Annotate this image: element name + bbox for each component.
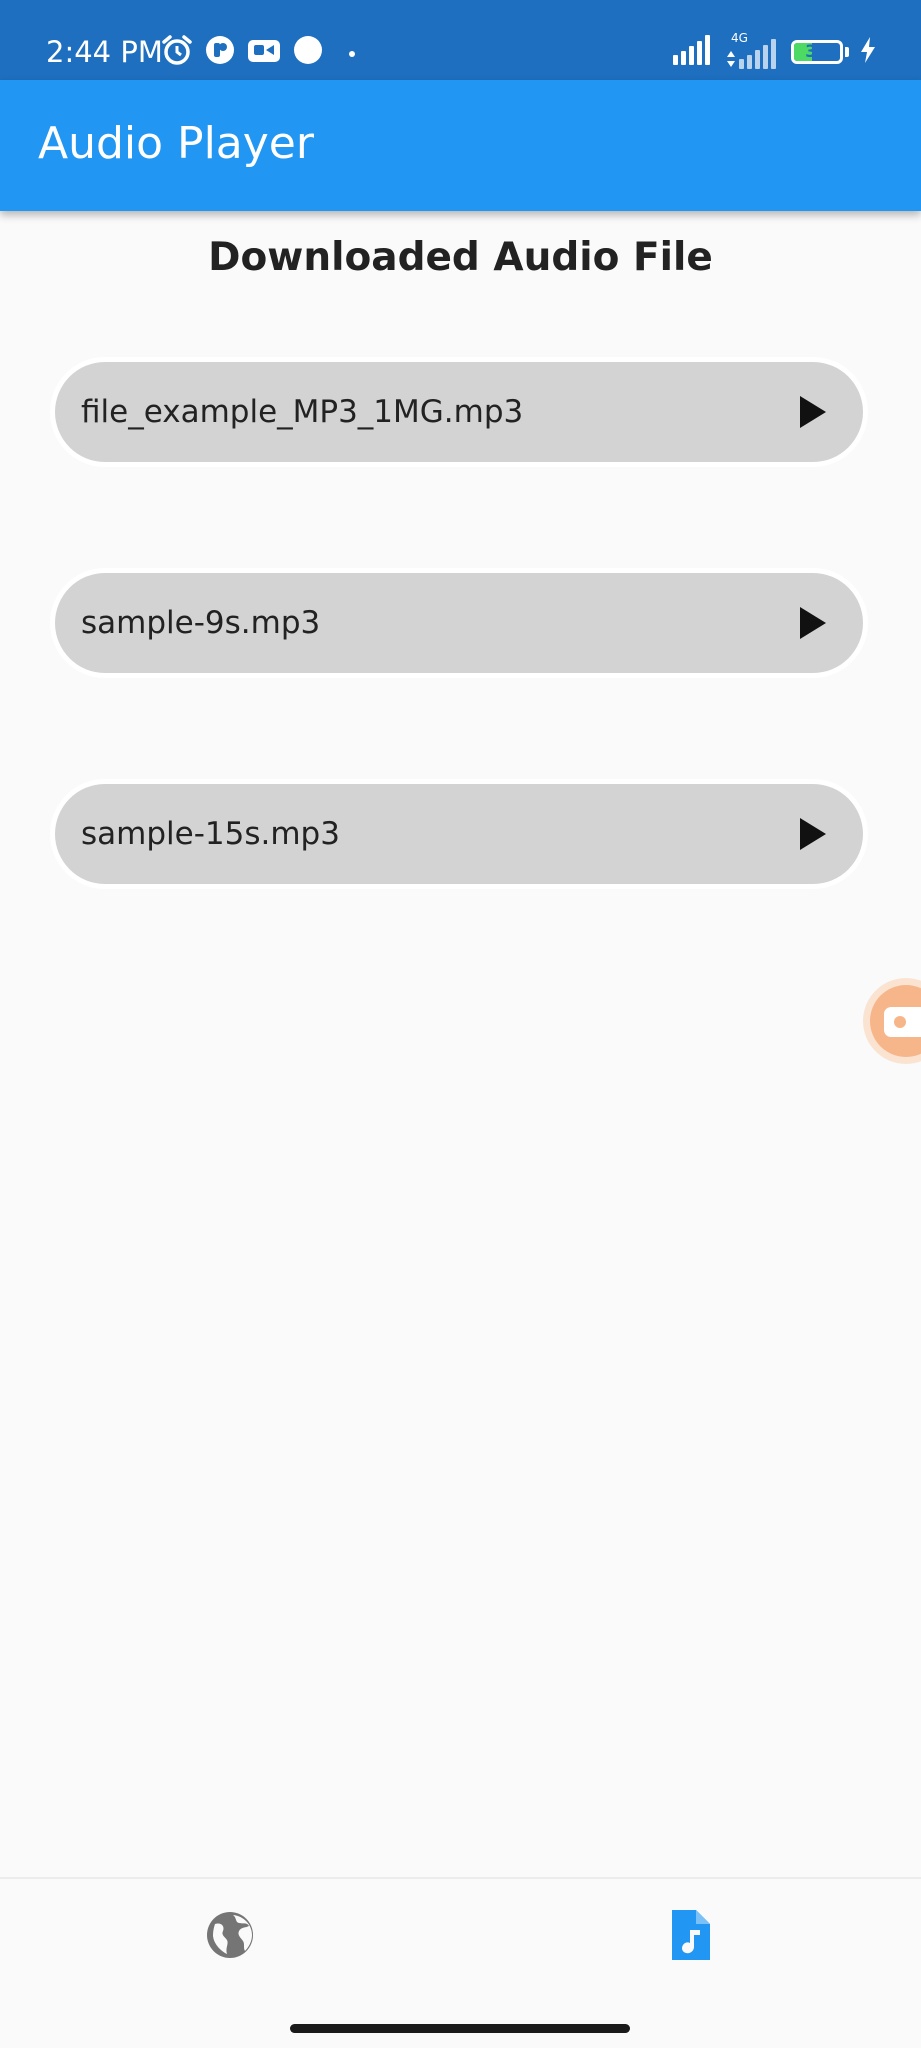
more-dot-icon [348, 43, 356, 62]
audio-list-item[interactable]: sample-9s.mp3 [50, 568, 868, 678]
screen-record-icon [246, 34, 282, 70]
floating-recorder-bubble[interactable] [863, 978, 921, 1064]
battery-nub [845, 47, 849, 57]
screen: 2:44 PM 4G 39 Audio Player Downloaded Au… [0, 0, 921, 2048]
audio-file-name: sample-15s.mp3 [81, 816, 340, 852]
battery-icon: 39 [791, 40, 849, 64]
app-title: Audio Player [38, 118, 314, 169]
battery-level-text: 39 [805, 42, 829, 62]
bottom-navigation [0, 1877, 921, 2014]
music-file-icon [672, 1910, 710, 1960]
nav-item-web[interactable] [200, 1905, 260, 1965]
audio-item-pill: sample-9s.mp3 [55, 573, 863, 673]
play-icon [800, 607, 826, 639]
signal-4g-icon: 4G [725, 31, 781, 69]
floating-bubble-core [870, 985, 921, 1057]
screen-record-icon [884, 1007, 921, 1037]
globe-icon [207, 1912, 253, 1958]
battery-body: 39 [791, 40, 843, 64]
circle-notification-icon [292, 34, 324, 70]
play-button[interactable] [793, 392, 833, 432]
play-button[interactable] [793, 603, 833, 643]
status-icons-right: 4G 39 [673, 30, 877, 74]
audio-item-pill: sample-15s.mp3 [55, 784, 863, 884]
app-notification-icon [204, 34, 236, 70]
play-button[interactable] [793, 814, 833, 854]
nav-item-audio[interactable] [660, 1905, 720, 1965]
status-icons-left [160, 32, 356, 72]
status-time: 2:44 PM [46, 35, 163, 69]
page-heading: Downloaded Audio File [208, 235, 713, 280]
charging-icon [859, 36, 877, 68]
home-indicator[interactable] [290, 2024, 630, 2033]
play-icon [800, 396, 826, 428]
audio-list-item[interactable]: file_example_MP3_1MG.mp3 [50, 357, 868, 467]
audio-file-name: sample-9s.mp3 [81, 605, 321, 641]
app-bar: Audio Player [0, 80, 921, 211]
status-bar: 2:44 PM 4G 39 [0, 0, 921, 80]
play-icon [800, 818, 826, 850]
audio-item-pill: file_example_MP3_1MG.mp3 [55, 362, 863, 462]
signal-icon [673, 35, 715, 69]
audio-list-item[interactable]: sample-15s.mp3 [50, 779, 868, 889]
alarm-icon [160, 33, 194, 71]
audio-file-name: file_example_MP3_1MG.mp3 [81, 394, 524, 430]
